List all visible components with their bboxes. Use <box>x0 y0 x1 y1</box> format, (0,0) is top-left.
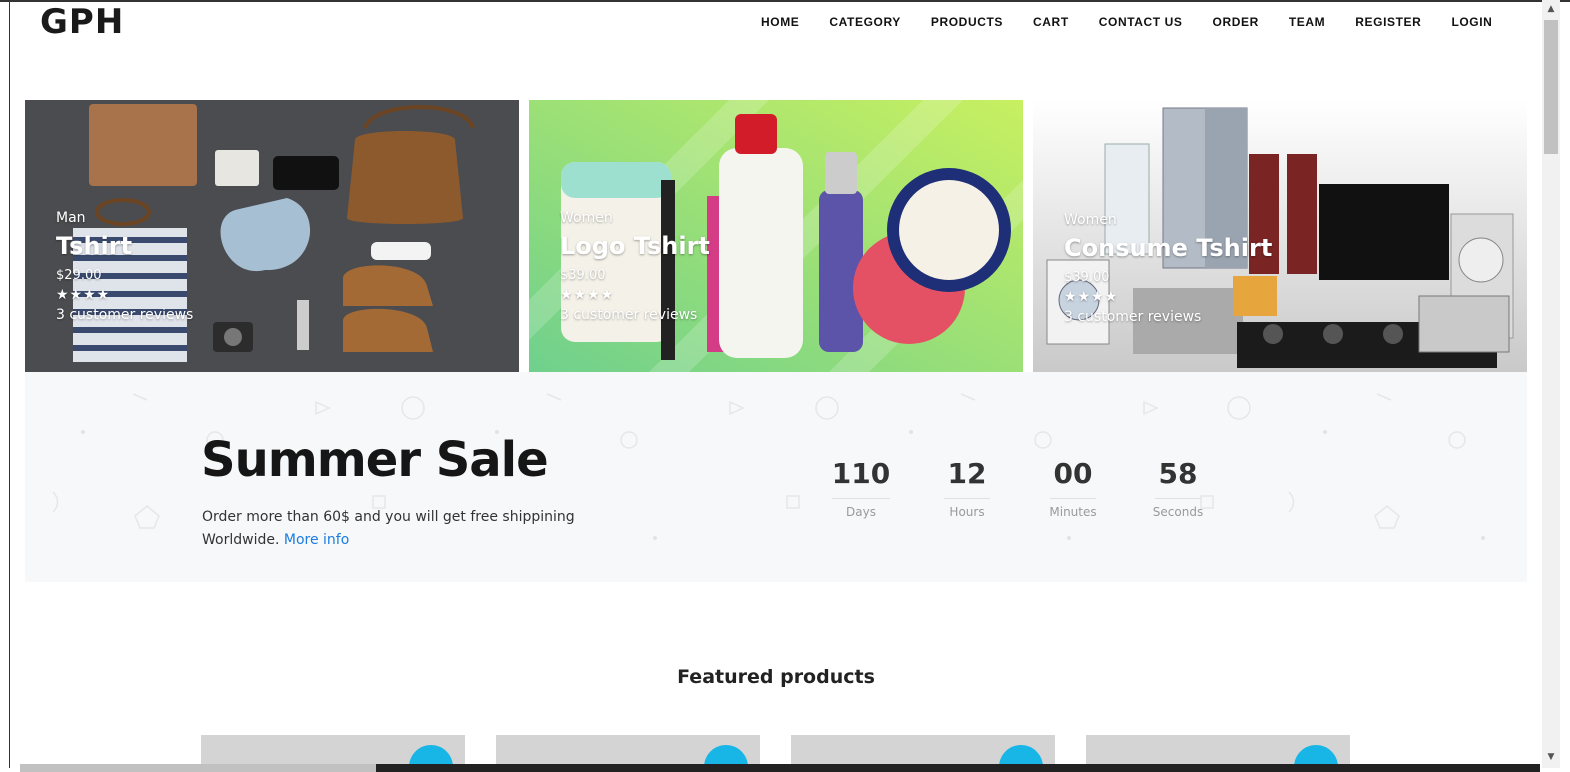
hero-banner-women-cosmetics[interactable]: Women Logo Tshirt $39.00 ★★★★ 3 customer… <box>529 100 1023 372</box>
hero-banner-women-electronics[interactable]: Women Consume Tshirt $39.00 ★★★★ 3 custo… <box>1033 100 1527 372</box>
featured-products-heading: Featured products <box>677 666 875 688</box>
sale-text: Order more than 60$ and you will get fre… <box>202 509 575 548</box>
hero-category: Man <box>56 210 86 226</box>
main-nav: HOME CATEGORY PRODUCTS CART CONTACT US O… <box>746 14 1507 30</box>
rating-stars: ★★★★ <box>560 287 615 303</box>
countdown-value: 58 <box>1155 457 1201 499</box>
countdown-label: Minutes <box>1049 505 1097 519</box>
vertical-scrollbar[interactable]: ▲ ▼ <box>1542 0 1560 768</box>
hero-banner-man[interactable]: Man Tshirt $29.00 ★★★★ 3 customer review… <box>25 100 519 372</box>
nav-products[interactable]: PRODUCTS <box>916 14 1018 30</box>
scroll-down-icon[interactable]: ▼ <box>1542 752 1560 762</box>
hero-reviews[interactable]: 3 customer reviews <box>56 307 193 323</box>
countdown-value: 110 <box>831 457 891 499</box>
hero-price: $39.00 <box>560 268 606 283</box>
summer-sale-section: Summer Sale Order more than 60$ and you … <box>25 372 1527 582</box>
nav-home[interactable]: HOME <box>746 14 814 30</box>
countdown-seconds: 58 Seconds <box>1138 457 1218 519</box>
nav-cart[interactable]: CART <box>1018 14 1084 30</box>
scroll-up-icon[interactable]: ▲ <box>1542 4 1560 14</box>
horizontal-scrollbar[interactable] <box>20 764 1540 772</box>
nav-register[interactable]: REGISTER <box>1340 14 1436 30</box>
countdown-hours: 12 Hours <box>927 457 1007 519</box>
hero-category: Women <box>1064 212 1117 228</box>
hero-reviews[interactable]: 3 customer reviews <box>560 307 710 323</box>
sale-title: Summer Sale <box>201 432 549 488</box>
scrollbar-thumb[interactable] <box>1544 20 1558 154</box>
rating-stars: ★★★★ <box>1064 289 1119 305</box>
countdown-days: 110 Days <box>821 457 901 519</box>
nav-contact-us[interactable]: CONTACT US <box>1084 14 1198 30</box>
horizontal-scrollbar-thumb[interactable] <box>20 764 376 772</box>
nav-login[interactable]: LOGIN <box>1436 14 1507 30</box>
countdown-label: Seconds <box>1152 505 1204 519</box>
countdown-value: 00 <box>1050 457 1096 499</box>
countdown-label: Hours <box>949 505 985 519</box>
nav-order[interactable]: ORDER <box>1198 14 1274 30</box>
brand-logo[interactable]: GPH <box>40 2 124 42</box>
nav-team[interactable]: TEAM <box>1274 14 1340 30</box>
hero-category: Women <box>560 210 613 226</box>
countdown-minutes: 00 Minutes <box>1033 457 1113 519</box>
hero-reviews[interactable]: 3 customer reviews <box>1064 309 1272 325</box>
rating-stars: ★★★★ <box>56 287 111 303</box>
window-top-border <box>0 0 1570 2</box>
window-left-border <box>9 0 10 768</box>
countdown-value: 12 <box>944 457 990 499</box>
nav-category[interactable]: CATEGORY <box>814 14 915 30</box>
hero-title[interactable]: Tshirt <box>56 232 193 260</box>
countdown-label: Days <box>846 505 876 519</box>
hero-title[interactable]: Logo Tshirt <box>560 232 710 260</box>
hero-price: $29.00 <box>56 268 102 283</box>
hero-title[interactable]: Consume Tshirt <box>1064 234 1272 262</box>
sale-description: Order more than 60$ and you will get fre… <box>202 506 622 552</box>
hero-price: $39.00 <box>1064 270 1110 285</box>
more-info-link[interactable]: More info <box>284 532 349 548</box>
